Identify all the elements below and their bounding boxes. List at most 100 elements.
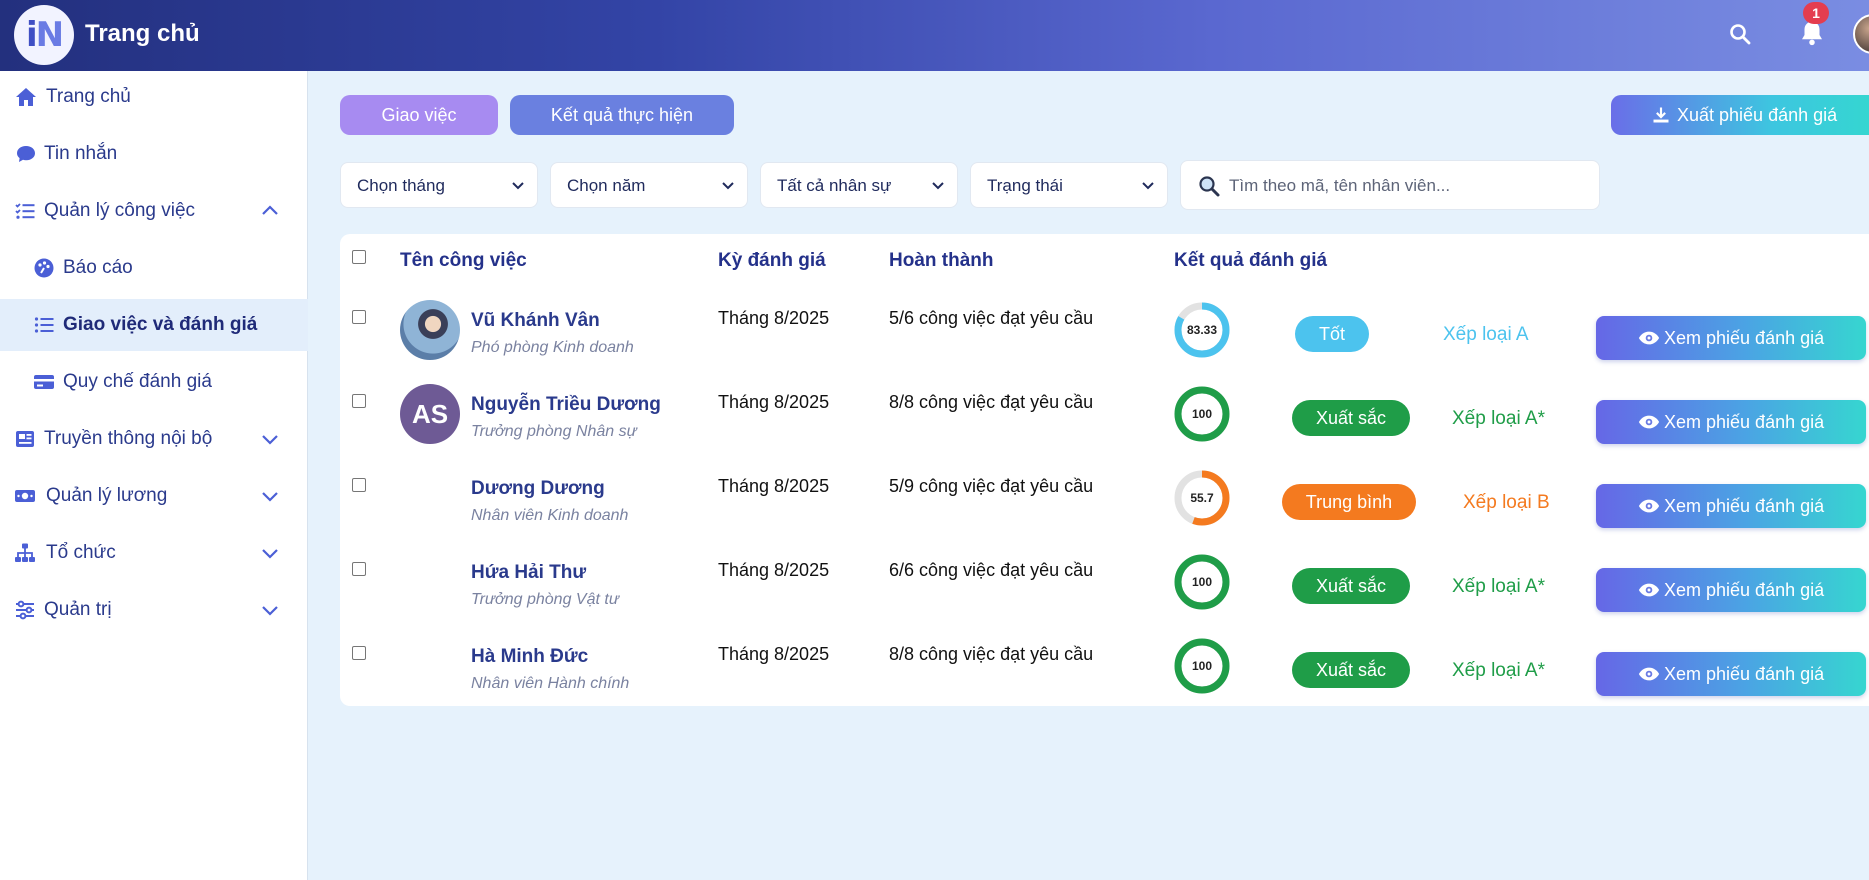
year-select[interactable]: Chọn năm <box>550 162 748 208</box>
table-row: Hà Minh Đức Nhân viên Hành chính Tháng 8… <box>340 630 1869 714</box>
sidebar-item-reports[interactable]: Báo cáo <box>0 242 308 294</box>
grade-text: Xếp loại A* <box>1452 576 1545 597</box>
evaluation-period: Tháng 8/2025 <box>718 392 830 412</box>
completion-text: 8/8 công việc đạt yêu cầu <box>889 644 1094 664</box>
org-icon <box>15 543 35 562</box>
magnifier-icon <box>1199 176 1220 197</box>
score-value: 55.7 <box>1190 491 1214 505</box>
employee-role: Nhân viên Hành chính <box>471 675 630 692</box>
staff-select[interactable]: Tất cả nhân sự <box>760 162 958 208</box>
evaluation-table: Tên công việc Kỳ đánh giá Hoàn thành Kết… <box>340 234 1869 706</box>
card-icon <box>34 375 54 389</box>
employee-name[interactable]: Vũ Khánh Vân <box>471 310 600 332</box>
view-evaluation-button[interactable]: Xem phiếu đánh giá <box>1596 652 1866 696</box>
level-badge: Trung bình <box>1282 484 1416 520</box>
sidebar-item-assign-evaluate[interactable]: Giao việc và đánh giá <box>0 299 308 351</box>
sidebar-item-home[interactable]: Trang chủ <box>0 71 308 123</box>
completion-text: 5/6 công việc đạt yêu cầu <box>889 308 1094 328</box>
chevron-down-icon <box>512 182 524 190</box>
table-row: Hứa Hải Thư Trưởng phòng Vật tư Tháng 8/… <box>340 546 1869 630</box>
export-evaluation-button[interactable]: Xuất phiếu đánh giá <box>1611 95 1869 135</box>
header-task-name: Tên công việc <box>400 250 527 271</box>
sidebar-item-internal-comms[interactable]: Truyền thông nội bộ <box>0 413 308 465</box>
employee-role: Trưởng phòng Vật tư <box>471 591 619 608</box>
score-value: 83.33 <box>1187 323 1217 337</box>
chevron-up-icon[interactable] <box>258 199 282 223</box>
app-title: Trang chủ <box>85 20 200 47</box>
month-select[interactable]: Chọn tháng <box>340 162 538 208</box>
evaluation-period: Tháng 8/2025 <box>718 560 830 580</box>
user-avatar[interactable] <box>1853 14 1869 54</box>
chevron-down-icon[interactable] <box>258 484 282 508</box>
chevron-down-icon[interactable] <box>258 427 282 451</box>
table-row: Vũ Khánh Vân Phó phòng Kinh doanh Tháng … <box>340 294 1869 378</box>
evaluation-period: Tháng 8/2025 <box>718 476 830 496</box>
employee-search[interactable] <box>1180 160 1600 210</box>
chevron-down-icon <box>1142 182 1154 190</box>
chevron-down-icon[interactable] <box>258 541 282 565</box>
download-icon <box>1653 107 1669 123</box>
row-checkbox[interactable] <box>352 478 366 492</box>
grade-text: Xếp loại B <box>1463 492 1550 513</box>
row-checkbox[interactable] <box>352 562 366 576</box>
view-evaluation-button[interactable]: Xem phiếu đánh giá <box>1596 568 1866 612</box>
employee-role: Phó phòng Kinh doanh <box>471 339 634 356</box>
select-all-checkbox[interactable] <box>352 250 366 264</box>
row-checkbox[interactable] <box>352 646 366 660</box>
list-icon <box>34 317 54 333</box>
row-checkbox[interactable] <box>352 310 366 324</box>
employee-name[interactable]: Dương Dương <box>471 478 605 500</box>
evaluation-period: Tháng 8/2025 <box>718 644 830 664</box>
employee-name[interactable]: Hà Minh Đức <box>471 646 588 668</box>
completion-text: 6/6 công việc đạt yêu cầu <box>889 560 1094 580</box>
completion-text: 8/8 công việc đạt yêu cầu <box>889 392 1094 412</box>
eye-icon <box>1638 583 1660 597</box>
sidebar-item-work-management[interactable]: Quản lý công việc <box>0 185 308 237</box>
eye-icon <box>1638 331 1660 345</box>
news-icon <box>16 431 34 447</box>
sidebar-item-evaluation-rules[interactable]: Quy chế đánh giá <box>0 356 308 408</box>
header-result: Kết quả đánh giá <box>1174 250 1328 271</box>
sidebar-item-admin[interactable]: Quản trị <box>0 584 308 636</box>
chevron-down-icon <box>722 182 734 190</box>
search-input[interactable] <box>1229 173 1589 199</box>
level-badge: Tốt <box>1295 316 1369 352</box>
score-ring: 55.7 <box>1172 468 1232 528</box>
header-completion: Hoàn thành <box>889 250 994 271</box>
score-ring: 100 <box>1172 636 1232 696</box>
employee-role: Nhân viên Kinh doanh <box>471 507 629 524</box>
score-value: 100 <box>1192 575 1212 589</box>
notification-badge: 1 <box>1803 2 1829 24</box>
row-checkbox[interactable] <box>352 394 366 408</box>
sidebar-item-organization[interactable]: Tổ chức <box>0 527 308 579</box>
status-select[interactable]: Trạng thái <box>970 162 1168 208</box>
view-evaluation-button[interactable]: Xem phiếu đánh giá <box>1596 484 1866 528</box>
sidebar-item-payroll[interactable]: Quản lý lương <box>0 470 308 522</box>
grade-text: Xếp loại A <box>1443 324 1529 345</box>
completion-text: 5/9 công việc đạt yêu cầu <box>889 476 1094 496</box>
employee-name[interactable]: Hứa Hải Thư <box>471 562 586 584</box>
view-evaluation-button[interactable]: Xem phiếu đánh giá <box>1596 316 1866 360</box>
table-row: AS Nguyễn Triều Dương Trưởng phòng Nhân … <box>340 378 1869 462</box>
sliders-icon <box>16 600 34 620</box>
app-logo[interactable]: iN <box>14 5 74 65</box>
money-icon <box>15 490 35 502</box>
chat-icon <box>17 146 35 162</box>
table-row: Dương Dương Nhân viên Kinh doanh Tháng 8… <box>340 462 1869 546</box>
employee-name[interactable]: Nguyễn Triều Dương <box>471 394 661 416</box>
assign-task-button[interactable]: Giao việc <box>340 95 498 135</box>
chevron-down-icon[interactable] <box>258 598 282 622</box>
view-evaluation-button[interactable]: Xem phiếu đánh giá <box>1596 400 1866 444</box>
eye-icon <box>1638 415 1660 429</box>
grade-text: Xếp loại A* <box>1452 660 1545 681</box>
sidebar-item-messages[interactable]: Tin nhắn <box>0 128 308 180</box>
top-header: iN Trang chủ 1 <box>0 0 1869 71</box>
eye-icon <box>1638 667 1660 681</box>
header-period: Kỳ đánh giá <box>718 250 826 271</box>
search-icon[interactable] <box>1728 22 1752 46</box>
evaluation-period: Tháng 8/2025 <box>718 308 830 328</box>
level-badge: Xuất sắc <box>1292 568 1410 604</box>
score-ring: 100 <box>1172 384 1232 444</box>
employee-role: Trưởng phòng Nhân sự <box>471 423 637 440</box>
results-button[interactable]: Kết quả thực hiện <box>510 95 734 135</box>
